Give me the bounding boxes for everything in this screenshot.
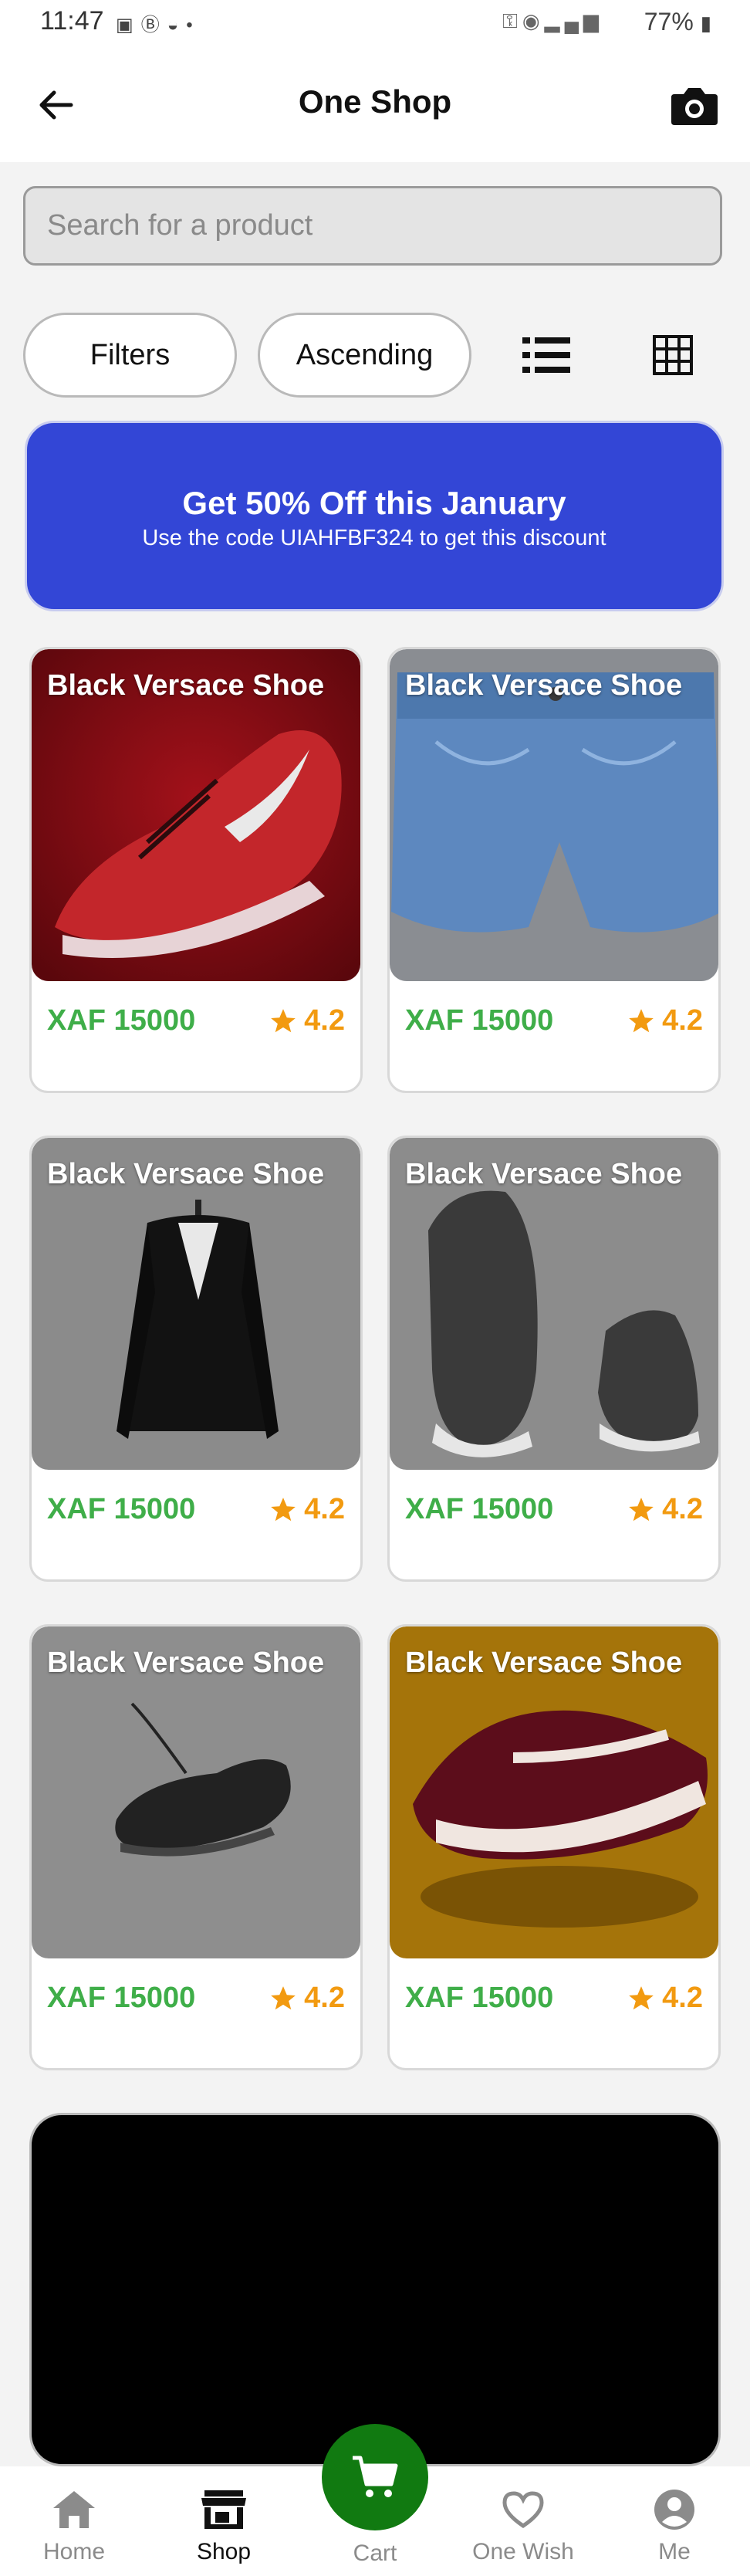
nav-label-one-wish: One Wish (472, 2539, 574, 2564)
nav-label-me: Me (658, 2539, 691, 2564)
product-name: Black Versace Shoe (405, 1158, 683, 1190)
notification-icons: ▣Ⓑ◒• (116, 9, 201, 36)
star-icon (271, 1008, 296, 1032)
rating-value: 4.2 (304, 1982, 345, 2014)
account-icon (654, 2490, 694, 2530)
star-icon (271, 1497, 296, 1521)
rating-value: 4.2 (662, 1493, 703, 1525)
rating-value: 4.2 (662, 1982, 703, 2014)
product-rating: 4.2 (627, 1004, 703, 1038)
rating-value: 4.2 (662, 1004, 703, 1037)
star-icon (629, 1008, 654, 1032)
product-card[interactable]: Black Versace Shoe XAF 15000 4.2 (29, 1624, 363, 2070)
home-icon (53, 2491, 95, 2528)
dot-icon: • (186, 15, 201, 36)
product-name: Black Versace Shoe (405, 669, 683, 702)
filters-label: Filters (90, 338, 171, 371)
filters-button[interactable]: Filters (23, 313, 237, 398)
product-price: XAF 15000 (405, 1493, 554, 1525)
b-icon: Ⓑ (140, 15, 167, 36)
product-price: XAF 15000 (47, 1493, 196, 1525)
key-icon: ⚿ (502, 9, 522, 32)
banner-subtitle: Use the code UIAHFBF324 to get this disc… (142, 526, 606, 550)
product-price: XAF 15000 (405, 1004, 554, 1037)
product-price: XAF 15000 (405, 1982, 554, 2014)
product-card[interactable]: Black Versace Shoe XAF 15000 4.2 (387, 1136, 721, 1582)
app-bar: One Shop (0, 49, 750, 162)
cart-icon (353, 2456, 398, 2497)
grid-icon (653, 335, 693, 375)
list-view-button[interactable] (515, 324, 577, 386)
product-rating: 4.2 (269, 1004, 345, 1038)
product-rating: 4.2 (269, 1982, 345, 2015)
shop-icon (201, 2490, 246, 2529)
product-card[interactable]: Black Versace Shoe XAF 15000 4.2 (29, 647, 363, 1093)
back-button[interactable] (31, 80, 80, 130)
signal-icon: ▂▄▆ (544, 9, 603, 32)
star-icon (629, 1985, 654, 2009)
nav-shop[interactable]: Shop (162, 2466, 285, 2576)
status-bar: 11:47 ▣Ⓑ◒• ⚿◉▂▄▆ 77% ▮ (0, 0, 750, 49)
system-icons: ⚿◉▂▄▆ (502, 9, 603, 34)
banner-title: Get 50% Off this January (182, 485, 566, 521)
product-name: Black Versace Shoe (405, 1647, 683, 1679)
product-rating: 4.2 (627, 1493, 703, 1526)
nav-home[interactable]: Home (12, 2466, 136, 2576)
media-card[interactable] (29, 2113, 721, 2466)
battery-icon: ▮ (700, 12, 711, 35)
arrow-left-icon (39, 90, 73, 120)
product-name: Black Versace Shoe (47, 1647, 325, 1679)
product-card[interactable]: Black Versace Shoe XAF 15000 4.2 (387, 1624, 721, 2070)
page-title: One Shop (298, 83, 452, 120)
promo-banner[interactable]: Get 50% Off this January Use the code UI… (25, 421, 724, 611)
rating-value: 4.2 (304, 1004, 345, 1037)
star-icon (629, 1497, 654, 1521)
nav-label-shop: Shop (196, 2539, 252, 2564)
camera-icon (671, 88, 718, 125)
nav-label-home: Home (42, 2539, 106, 2564)
search-field[interactable] (23, 186, 722, 266)
nav-one-wish[interactable]: One Wish (461, 2466, 585, 2576)
product-name: Black Versace Shoe (47, 1158, 325, 1190)
grid-view-button[interactable] (642, 324, 704, 386)
battery-level: 77% ▮ (644, 8, 711, 36)
product-price: XAF 15000 (47, 1004, 196, 1037)
product-card[interactable]: Black Versace Shoe XAF 15000 4.2 (387, 647, 721, 1093)
heart-icon (502, 2491, 544, 2529)
sort-button[interactable]: Ascending (258, 313, 471, 398)
status-time: 11:47 (40, 6, 104, 36)
hotspot-icon: ◉ (522, 9, 545, 32)
rating-value: 4.2 (304, 1493, 345, 1525)
nav-label-cart: Cart (353, 2540, 397, 2566)
gallery-icon: ▣ (116, 15, 141, 36)
app-icon: ◒ (167, 15, 187, 36)
product-rating: 4.2 (627, 1982, 703, 2015)
cart-button[interactable] (322, 2424, 428, 2530)
search-input[interactable] (25, 188, 720, 263)
product-card[interactable]: Black Versace Shoe XAF 15000 4.2 (29, 1136, 363, 1582)
camera-button[interactable] (667, 77, 722, 133)
product-price: XAF 15000 (47, 1982, 196, 2014)
battery-text: 77% (644, 8, 694, 36)
sort-label: Ascending (296, 338, 434, 371)
product-rating: 4.2 (269, 1493, 345, 1526)
list-icon (522, 337, 570, 373)
nav-me[interactable]: Me (613, 2466, 736, 2576)
star-icon (271, 1985, 296, 2009)
product-name: Black Versace Shoe (47, 669, 325, 702)
